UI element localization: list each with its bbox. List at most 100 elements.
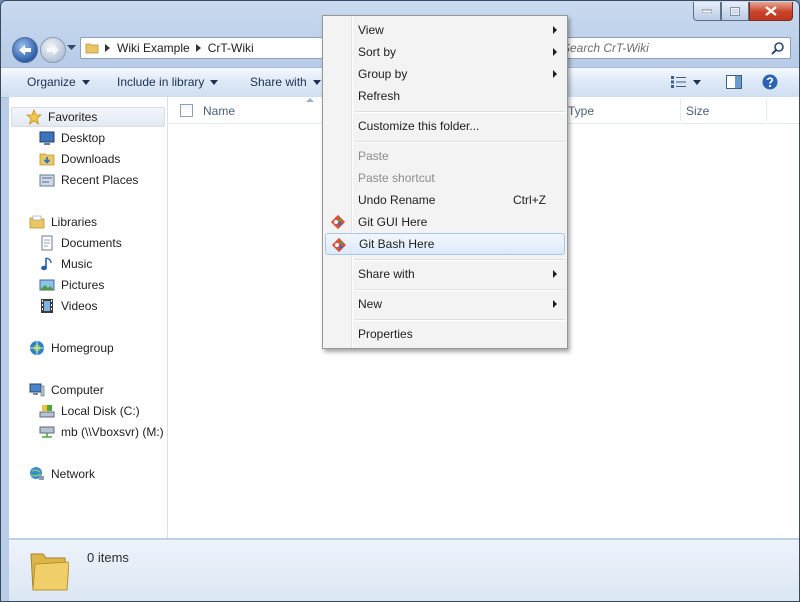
maximize-icon [730,6,740,16]
chevron-right-icon [105,44,110,52]
nav-local-disk[interactable]: Local Disk (C:) [39,401,140,421]
include-in-library-button[interactable]: Include in library [117,75,219,89]
menu-item-new-label: New [358,297,383,311]
nav-pictures[interactable]: Pictures [39,275,104,295]
menu-item-customize-label: Customize this folder... [358,119,480,133]
pictures-icon [39,279,55,291]
change-view-button[interactable] [671,76,701,88]
nav-downloads[interactable]: Downloads [39,149,120,169]
nav-recent-places-label: Recent Places [61,173,139,187]
menu-item-properties[interactable]: Properties [325,323,565,345]
caption-buttons [693,2,793,21]
menu-item-properties-label: Properties [358,327,413,341]
menu-item-git-bash[interactable]: Git Bash Here [325,233,565,255]
include-in-library-label: Include in library [117,75,205,89]
nav-network-label: Network [51,467,96,481]
context-menu: View Sort by Group by Refresh Customize … [322,15,568,349]
nav-libraries[interactable]: Libraries [29,212,97,232]
nav-local-disk-label: Local Disk (C:) [61,404,140,418]
submenu-arrow-icon [553,270,557,278]
menu-item-new[interactable]: New [325,293,565,315]
help-button[interactable] [762,74,778,90]
nav-computer[interactable]: Computer [29,380,104,400]
submenu-arrow-icon [553,48,557,56]
share-with-label: Share with [250,75,307,89]
breadcrumb-crt-wiki[interactable]: CrT-Wiki [208,41,254,55]
chevron-down-icon [312,79,321,85]
documents-icon [41,235,53,251]
menu-item-undo-rename-label: Undo Rename [358,193,436,207]
share-with-button[interactable]: Share with [250,75,321,89]
menu-item-group-by-label: Group by [358,67,408,81]
navigation-pane: Favorites Desktop Downloads Recent Place… [9,97,167,538]
select-all-checkbox[interactable] [180,104,193,117]
desktop-icon [39,131,55,145]
back-arrow-icon [19,45,31,55]
menu-separator [355,289,565,291]
videos-icon [41,299,53,313]
minimize-icon [702,9,712,13]
preview-pane-icon [726,75,742,89]
preview-pane-button[interactable] [726,75,742,89]
forward-arrow-icon [47,45,59,55]
item-count: 0 items [87,550,129,565]
menu-item-git-gui-label: Git GUI Here [358,215,428,229]
organize-button[interactable]: Organize [27,75,90,89]
music-icon [41,257,52,271]
nav-desktop[interactable]: Desktop [39,128,105,148]
nav-homegroup[interactable]: Homegroup [29,338,114,358]
nav-libraries-label: Libraries [51,215,98,229]
back-button[interactable] [12,37,38,63]
homegroup-icon [30,341,44,355]
menu-item-git-gui[interactable]: Git GUI Here [325,211,565,233]
menu-item-view[interactable]: View [325,19,565,41]
menu-item-undo-rename[interactable]: Undo Rename Ctrl+Z [325,189,565,211]
submenu-arrow-icon [553,26,557,34]
nav-documents-label: Documents [61,236,122,250]
nav-network-drive[interactable]: mb (\\Vboxsvr) (M:) [39,422,164,442]
address-bar[interactable]: Wiki Example CrT-Wiki [80,37,332,59]
forward-button[interactable] [40,37,66,63]
network-icon [30,467,44,480]
close-icon [765,6,777,16]
column-divider [766,99,767,121]
nav-computer-label: Computer [51,383,104,397]
search-placeholder: Search CrT-Wiki [562,41,649,55]
column-size[interactable]: Size [686,104,709,118]
nav-network[interactable]: Network [29,464,95,484]
column-type[interactable]: Type [568,104,594,118]
menu-item-refresh[interactable]: Refresh [325,85,565,107]
column-divider [680,99,681,121]
menu-item-paste-shortcut: Paste shortcut [325,167,565,189]
column-name[interactable]: Name [203,104,235,118]
menu-item-git-bash-label: Git Bash Here [359,237,435,251]
nav-documents[interactable]: Documents [39,233,122,253]
maximize-button[interactable] [721,2,749,21]
menu-item-customize-folder[interactable]: Customize this folder... [325,115,565,137]
chevron-down-icon [210,79,219,85]
nav-homegroup-label: Homegroup [51,341,114,355]
nav-recent-places[interactable]: Recent Places [39,170,138,190]
menu-item-paste: Paste [325,145,565,167]
recent-pages-icon[interactable] [67,45,76,51]
menu-item-undo-shortcut: Ctrl+Z [513,193,546,207]
computer-icon [29,383,45,397]
search-input[interactable]: Search CrT-Wiki [557,37,791,59]
nav-network-drive-label: mb (\\Vboxsvr) (M:) [61,425,164,439]
search-icon[interactable] [771,41,784,55]
git-icon [331,237,347,253]
menu-item-group-by[interactable]: Group by [325,63,565,85]
menu-item-sort-by[interactable]: Sort by [325,41,565,63]
nav-videos[interactable]: Videos [39,296,97,316]
close-button[interactable] [749,2,793,21]
breadcrumb-wiki-example[interactable]: Wiki Example [117,41,190,55]
minimize-button[interactable] [693,2,721,21]
nav-downloads-label: Downloads [61,152,121,166]
star-icon [26,109,42,125]
submenu-arrow-icon [553,70,557,78]
nav-music-label: Music [61,257,93,271]
nav-music[interactable]: Music [39,254,92,274]
nav-favorites[interactable]: Favorites [11,107,165,127]
menu-item-share-with[interactable]: Share with [325,263,565,285]
chevron-down-icon [693,79,701,85]
